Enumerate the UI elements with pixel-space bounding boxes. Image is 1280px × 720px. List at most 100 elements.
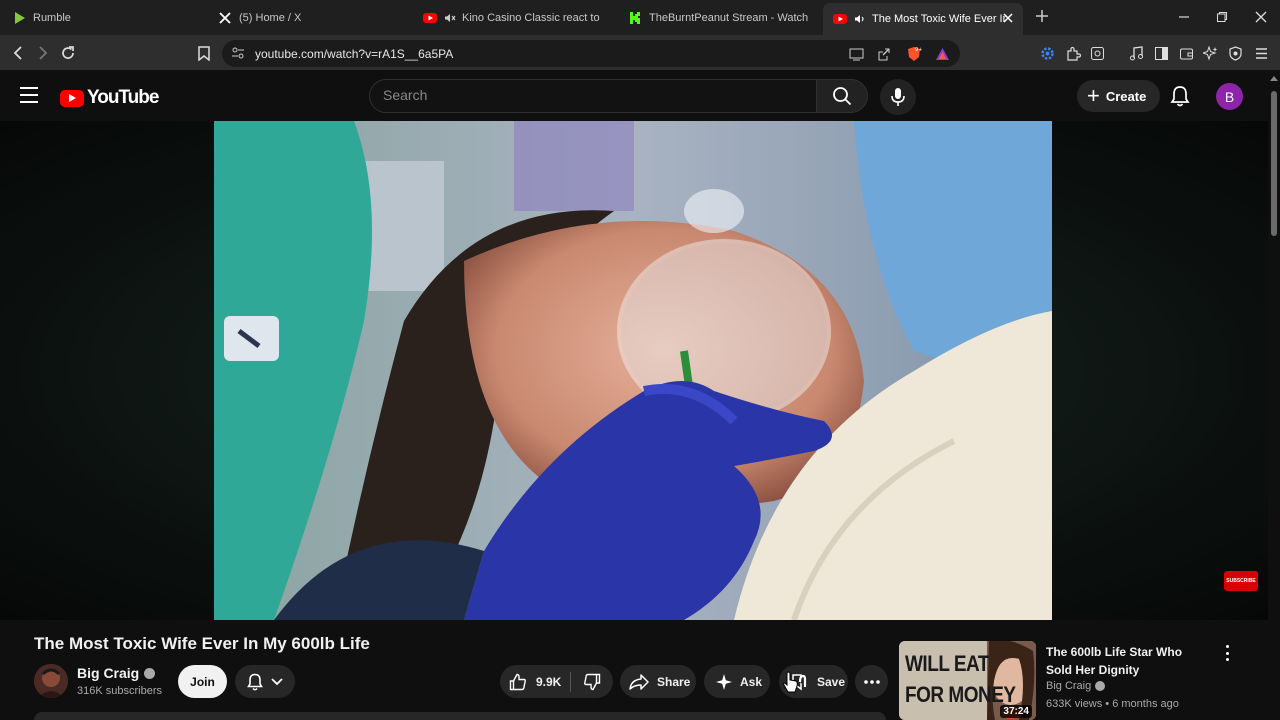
tab-label: (5) Home / X <box>239 11 302 24</box>
recommended-meta: 633K views • 6 months ago <box>1046 698 1179 710</box>
tab-kino-casino[interactable]: Kino Casino Classic react to DSPG <box>423 4 603 31</box>
extension-blue-gear-icon[interactable] <box>1039 45 1055 61</box>
chevron-down-icon <box>271 677 283 685</box>
search-button[interactable] <box>816 79 868 113</box>
thumbs-down-icon <box>584 673 601 690</box>
rumble-icon <box>12 11 26 25</box>
leo-ai-icon[interactable] <box>1202 45 1218 61</box>
url-text: youtube.com/watch?v=rA1S__6a5PA <box>255 47 454 61</box>
scrollbar-thumb[interactable] <box>1271 91 1277 236</box>
search-icon <box>833 87 852 106</box>
share-button[interactable]: Share <box>620 665 696 698</box>
dislike-button[interactable] <box>571 673 613 691</box>
search-input[interactable] <box>383 87 803 103</box>
extensions-puzzle-icon[interactable] <box>1065 45 1081 61</box>
tab-label: TheBurntPeanut Stream - Watch Live <box>649 11 808 24</box>
thumbnail-caption: WILL EAT FOR MONEY <box>905 649 1016 711</box>
notifications-button[interactable] <box>1170 85 1192 107</box>
forward-icon[interactable] <box>34 44 52 62</box>
tab-label: Rumble <box>33 11 71 24</box>
ask-button[interactable]: Ask <box>704 665 770 698</box>
like-dislike-group: 9.9K <box>500 665 613 698</box>
channel-name[interactable]: Big Craig <box>77 665 156 681</box>
new-tab-icon[interactable] <box>1034 8 1050 24</box>
verified-check-icon <box>144 667 156 679</box>
more-horizontal-icon <box>863 679 880 684</box>
thumbnail-caption-line1: WILL EAT <box>905 652 989 677</box>
thumbs-up-icon <box>509 673 526 690</box>
brave-shields-icon[interactable]: 9+ <box>906 46 922 62</box>
site-settings-icon[interactable] <box>231 46 245 65</box>
youtube-icon <box>423 11 437 25</box>
more-actions-button[interactable] <box>855 665 888 698</box>
channel-name-text: Big Craig <box>77 665 140 681</box>
recommended-channel[interactable]: Big Craig <box>1046 680 1106 692</box>
svg-text:9+: 9+ <box>915 47 922 53</box>
sparkle-icon <box>716 673 732 690</box>
bookmark-icon[interactable] <box>195 44 213 62</box>
share-label: Share <box>657 674 691 689</box>
video-duration: 37:24 <box>1000 705 1032 718</box>
recommended-thumbnail[interactable]: WILL EAT FOR MONEY 37:24 <box>899 641 1036 720</box>
youtube-wordmark: YouTube <box>87 87 159 108</box>
close-window-icon[interactable] <box>1253 9 1269 25</box>
ask-label: Ask <box>740 674 763 689</box>
verified-check-icon <box>1095 681 1106 691</box>
youtube-icon <box>833 12 847 26</box>
youtube-header: YouTube + Create B <box>0 71 1268 121</box>
join-button[interactable]: Join <box>178 665 227 698</box>
media-music-icon[interactable] <box>1128 45 1144 61</box>
vpn-shield-icon[interactable] <box>1227 45 1243 61</box>
recommended-title[interactable]: The 600lb Life Star Who Sold Her Dignity <box>1046 643 1211 679</box>
like-button[interactable]: 9.9K <box>500 673 570 691</box>
tab-label: Kino Casino Classic react to DSPG <box>462 11 603 24</box>
account-avatar[interactable]: B <box>1216 83 1243 110</box>
back-icon[interactable] <box>9 44 27 62</box>
bell-icon <box>247 673 263 690</box>
tab-burntpeanut[interactable]: TheBurntPeanut Stream - Watch Live <box>628 4 808 31</box>
reload-icon[interactable] <box>59 44 77 62</box>
video-frame[interactable] <box>214 121 1052 620</box>
address-bar[interactable]: youtube.com/watch?v=rA1S__6a5PA 9+ <box>222 40 960 67</box>
wallet-icon[interactable] <box>1178 45 1194 61</box>
brave-rewards-icon[interactable] <box>934 46 950 62</box>
subscribe-watermark[interactable]: SUBSCRIBE <box>1224 571 1258 591</box>
video-frame-image <box>214 121 1052 620</box>
youtube-logo[interactable]: YouTube <box>60 87 159 109</box>
video-player[interactable]: SUBSCRIBE <box>0 121 1268 620</box>
description-box[interactable] <box>34 712 886 720</box>
tab-x-home[interactable]: (5) Home / X <box>218 4 408 31</box>
extension-box-icon[interactable] <box>1089 45 1105 61</box>
browser-menu-icon[interactable] <box>1253 45 1269 61</box>
voice-search-button[interactable] <box>880 79 916 115</box>
cast-icon[interactable] <box>848 46 864 62</box>
thumbnail-caption-line2: FOR MONEY <box>905 683 1016 708</box>
create-label: Create <box>1105 88 1147 104</box>
share-page-icon[interactable] <box>876 46 892 62</box>
x-icon <box>218 11 232 25</box>
tab-rumble[interactable]: Rumble <box>12 4 202 31</box>
close-tab-icon[interactable] <box>1001 11 1015 25</box>
create-button[interactable]: + Create <box>1077 80 1161 112</box>
share-arrow-icon <box>629 673 649 690</box>
speaker-icon[interactable] <box>854 14 866 24</box>
browser-tab-bar: Rumble (5) Home / X Kino Casino Classic … <box>0 0 1280 35</box>
bell-icon <box>1170 86 1190 107</box>
subscribed-notifications-button[interactable] <box>235 665 295 698</box>
channel-avatar[interactable] <box>34 664 68 698</box>
minimize-icon[interactable] <box>1176 9 1192 25</box>
muted-speaker-icon[interactable] <box>444 13 456 23</box>
recommended-channel-name: Big Craig <box>1046 680 1092 692</box>
recommended-more-menu-icon[interactable] <box>1221 645 1233 661</box>
save-label: Save <box>817 674 846 689</box>
restore-icon[interactable] <box>1214 9 1230 25</box>
plus-icon: + <box>1087 83 1100 108</box>
browser-toolbar: youtube.com/watch?v=rA1S__6a5PA 9+ <box>0 35 1280 71</box>
page-scrollbar[interactable] <box>1268 71 1280 720</box>
youtube-play-icon <box>60 89 84 107</box>
kick-icon <box>628 11 642 25</box>
tab-active-youtube[interactable]: The Most Toxic Wife Ever In My <box>823 3 1023 35</box>
scroll-up-arrow-icon[interactable] <box>1270 76 1278 81</box>
guide-menu-icon[interactable] <box>20 87 38 103</box>
sidebar-toggle-icon[interactable] <box>1153 45 1169 61</box>
